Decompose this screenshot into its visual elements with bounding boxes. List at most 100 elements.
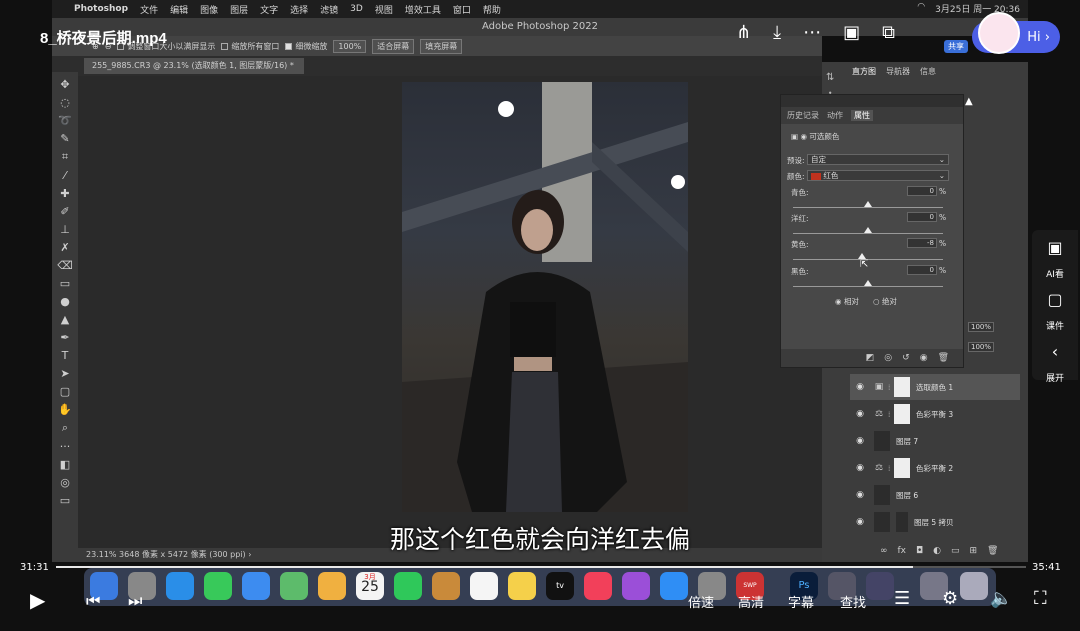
more-icon[interactable]: ⋯ [803,22,821,43]
menu-app-photoshop[interactable]: Photoshop [74,4,128,14]
black-value[interactable]: 0 [907,265,937,275]
podcasts-app-icon[interactable] [622,572,650,600]
menu-window[interactable]: 窗口 [453,3,471,16]
history-brush-icon[interactable]: ✗ [60,241,69,254]
assistant-avatar[interactable] [978,12,1020,54]
trash-icon[interactable]: 🗑 [938,353,949,363]
new-adjustment-icon[interactable]: ◐ [933,546,941,556]
contacts-app-icon[interactable] [432,572,460,600]
yellow-value[interactable]: -8 [907,238,937,248]
opacity-field[interactable]: 100% [968,322,994,332]
tab-histogram[interactable]: 直方图 [852,66,876,77]
quick-select-tool-icon[interactable]: ✎ [60,132,69,145]
courseware-label[interactable]: 课件 [1046,319,1064,332]
facetime-app-icon[interactable] [394,572,422,600]
shape-tool-icon[interactable]: ▢ [60,385,70,398]
zoom-100-button[interactable]: 100% [333,39,367,53]
eye-icon[interactable]: ◉ [850,463,870,473]
messages-app-icon[interactable] [204,572,232,600]
menu-image[interactable]: 图像 [200,3,218,16]
cyan-value[interactable]: 0 [907,186,937,196]
dodge-tool-icon[interactable]: ▲ [61,313,69,326]
healing-tool-icon[interactable]: ✚ [60,187,69,200]
black-slider-thumb[interactable] [864,280,872,286]
preset-dropdown[interactable]: 自定 ⌄ [807,154,949,165]
eyedropper-tool-icon[interactable]: ⁄ [64,169,66,182]
wifi-icon[interactable]: ◠ [917,2,925,15]
menu-file[interactable]: 文件 [140,3,158,16]
captions-button[interactable]: 字幕 [788,592,814,611]
menu-plugins[interactable]: 增效工具 [405,3,441,16]
tab-actions[interactable]: 动作 [827,110,843,121]
zoom-all-checkbox[interactable]: 缩放所有窗口 [221,41,279,52]
fill-field[interactable]: 100% [968,342,994,352]
lasso-tool-icon[interactable]: ➰ [58,114,72,127]
expand-label[interactable]: 展开 [1046,371,1064,384]
search-button[interactable]: 查找 [840,592,866,611]
mask-thumbnail[interactable] [896,512,908,532]
scrubby-zoom-checkbox[interactable]: 细微缩放 [285,41,327,52]
fit-screen-button[interactable]: 适合屏幕 [372,38,415,54]
layer-row[interactable]: ◉ 图层 5 拷贝 [850,509,1020,535]
quick-mask-icon[interactable]: ◎ [60,476,70,489]
courseware-icon[interactable]: ▢ [1047,290,1062,309]
delete-layer-icon[interactable]: 🗑 [987,546,998,556]
mail-app-icon[interactable] [242,572,270,600]
magenta-value[interactable]: 0 [907,212,937,222]
pen-tool-icon[interactable]: ✒ [60,331,69,344]
music-app-icon[interactable] [584,572,612,600]
add-mask-icon[interactable]: ◘ [916,546,923,556]
method-absolute-radio[interactable]: ○ 绝对 [873,296,897,307]
trash-app-icon[interactable] [960,572,988,600]
tab-properties[interactable]: 属性 [851,110,873,121]
visibility-icon[interactable]: ◉ [920,353,928,363]
fx-icon[interactable]: fx [898,546,907,556]
new-layer-icon[interactable]: ⊞ [970,546,978,556]
warning-icon[interactable]: ▲ [965,96,973,107]
ai-view-icon[interactable]: ▣ [1047,238,1062,257]
move-tool-icon[interactable]: ✥ [60,78,69,91]
magenta-slider-track[interactable] [793,233,943,234]
adjust-icon[interactable]: ⇅ [826,72,848,83]
screenshot-icon[interactable]: ▣ [843,22,860,43]
share-badge[interactable]: 共享 [944,40,968,53]
fill-screen-button[interactable]: 填充屏幕 [420,38,463,54]
download-icon[interactable]: ⤓ [773,22,781,43]
path-select-icon[interactable]: ➤ [60,367,69,380]
properties-panel-header[interactable] [781,95,963,107]
menu-edit[interactable]: 编辑 [170,3,188,16]
view-previous-icon[interactable]: ◎ [884,353,892,363]
playlist-icon[interactable]: ☰ [894,588,910,609]
tab-history[interactable]: 历史记录 [787,110,819,121]
quality-button[interactable]: 高清 [738,592,764,611]
eye-icon[interactable]: ◉ [850,382,870,392]
reset-icon[interactable]: ↺ [902,353,910,363]
cyan-slider-track[interactable] [793,207,943,208]
blur-tool-icon[interactable]: ● [60,295,70,308]
method-relative-radio[interactable]: ◉ 相对 [835,296,859,307]
play-icon[interactable]: ▶ [30,588,45,612]
layer-thumbnail[interactable] [874,485,890,505]
black-slider-track[interactable] [793,286,943,287]
previous-icon[interactable]: ⏮ [86,591,100,611]
notes-app-icon[interactable] [508,572,536,600]
magenta-slider-thumb[interactable] [864,227,872,233]
calendar-app-icon[interactable]: 3月 25 [356,572,384,600]
type-tool-icon[interactable]: T [62,349,69,362]
settings-icon[interactable]: ⚙ [942,588,958,609]
cyan-slider-thumb[interactable] [864,201,872,207]
photo-canvas[interactable] [402,82,688,512]
link-layers-icon[interactable]: ∞ [880,546,888,556]
volume-icon[interactable]: 🔈 [990,588,1012,609]
pip-icon[interactable]: ⧉ [882,22,895,43]
gradient-tool-icon[interactable]: ▭ [60,277,70,290]
more-tools-icon[interactable]: ··· [60,440,71,453]
clip-to-layer-icon[interactable]: ◩ [866,353,875,363]
color-swatch-icon[interactable]: ◧ [60,458,70,471]
appstore-app-icon[interactable] [660,572,688,600]
share-icon[interactable]: ⋔ [736,22,751,43]
layer-row[interactable]: ◉ ⚖ ⁞ 色彩平衡 2 [850,455,1020,481]
next-icon[interactable]: ⏭ [128,591,142,611]
safari-app-icon[interactable] [166,572,194,600]
menu-layer[interactable]: 图层 [230,3,248,16]
